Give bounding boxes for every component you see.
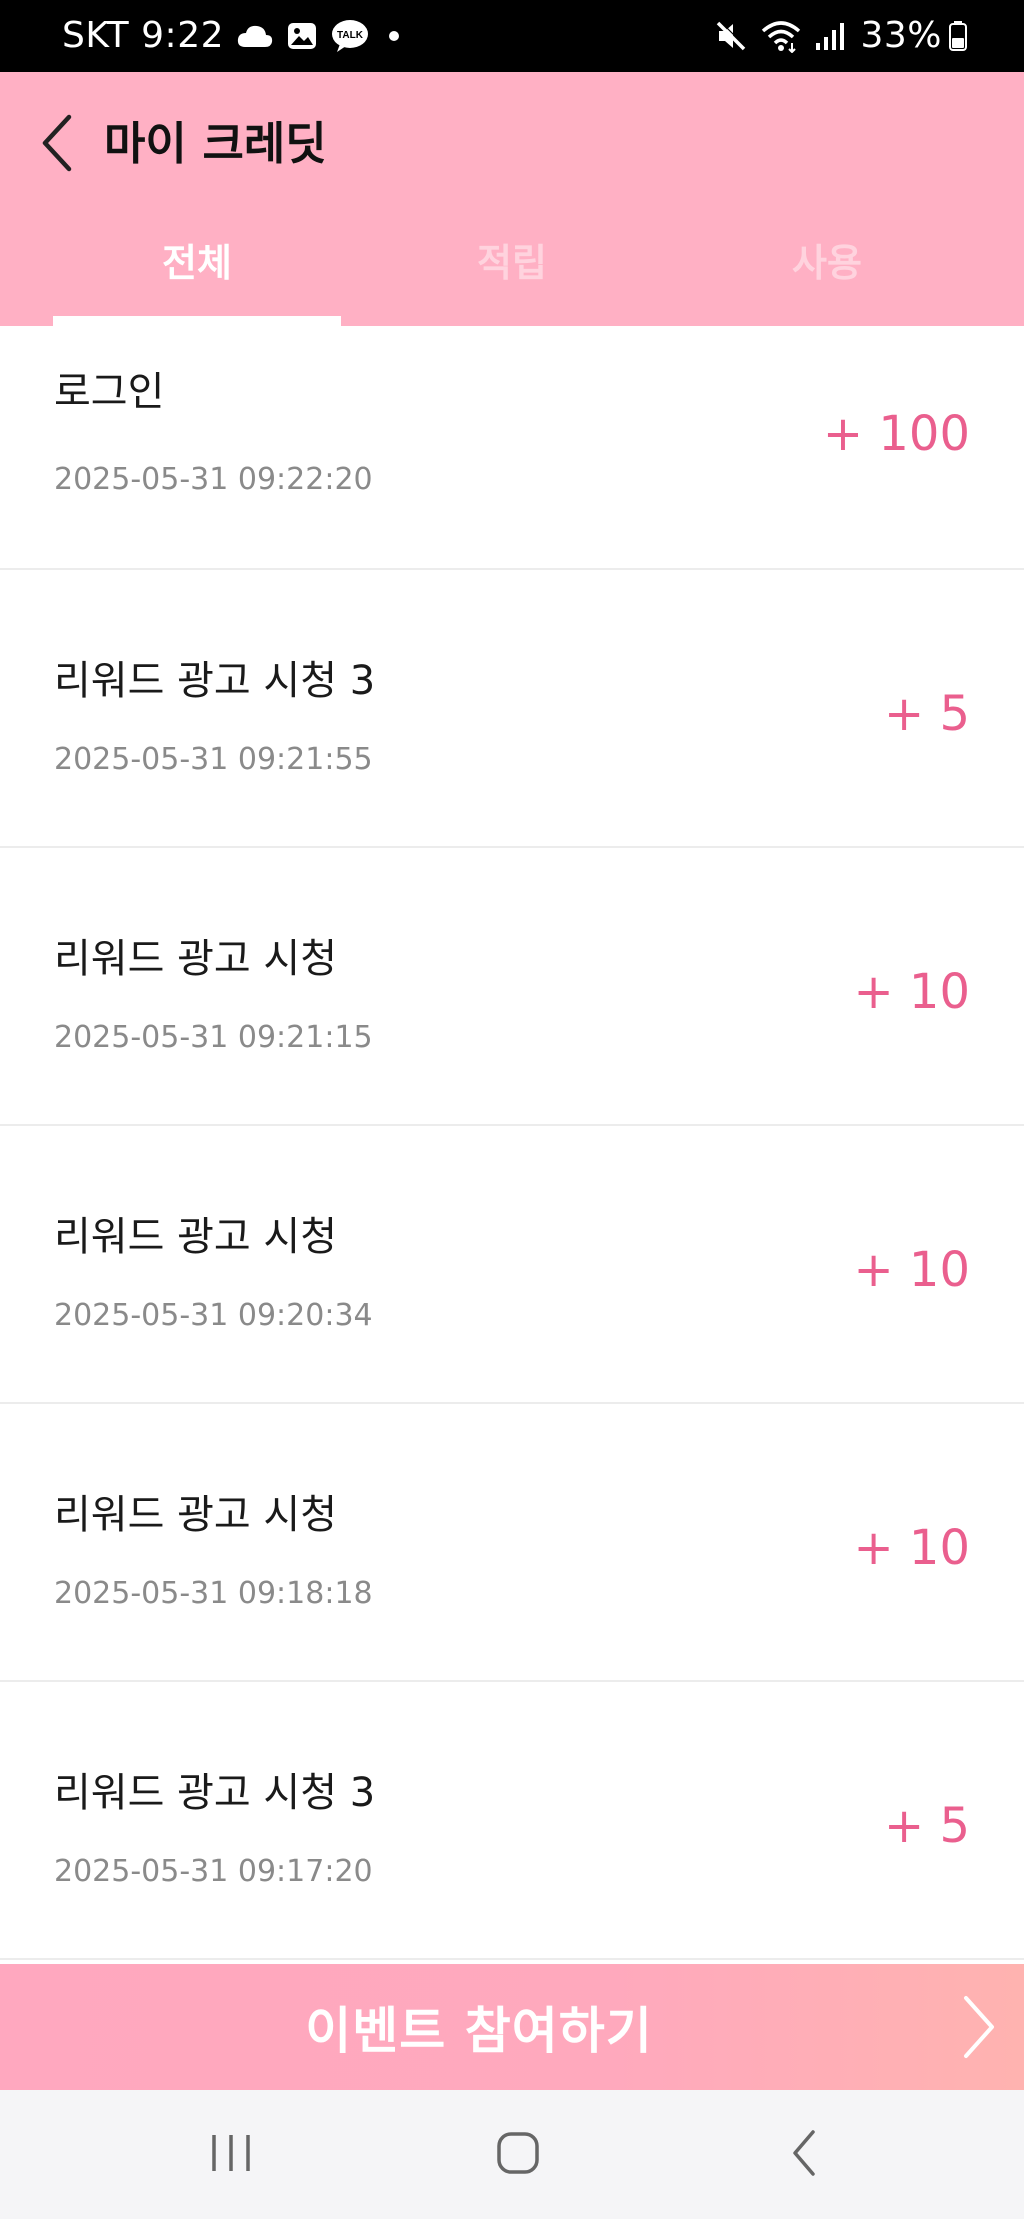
recent-apps-button[interactable] [191, 2120, 271, 2186]
event-participate-button[interactable]: 이벤트 참여하기 [0, 1964, 1024, 2090]
item-title: 리워드 광고 시청 [54, 1492, 338, 1538]
system-nav-bar [0, 2090, 1024, 2219]
active-tab-indicator [53, 316, 341, 326]
item-date: 2025-05-31 09:21:15 [54, 1020, 373, 1055]
list-item: 리워드 광고 시청 3 2025-05-31 09:17:20 + 5 [0, 1682, 1024, 1960]
tab-earned[interactable]: 적립 [368, 232, 656, 326]
item-title: 리워드 광고 시청 [54, 1214, 338, 1260]
recent-apps-icon [212, 2135, 250, 2171]
item-date: 2025-05-31 09:21:55 [54, 742, 373, 777]
mute-icon [714, 19, 748, 53]
gallery-icon [286, 20, 318, 52]
list-item: 리워드 광고 시청 2025-05-31 09:20:34 + 10 [0, 1126, 1024, 1404]
list-item: 리워드 광고 시청 2025-05-31 09:18:18 + 10 [0, 1404, 1024, 1682]
chevron-left-icon [42, 114, 72, 172]
item-date: 2025-05-31 09:22:20 [54, 462, 373, 497]
app-header: 마이 크레딧 전체 적립 사용 [0, 72, 1024, 326]
clock: 9:22 [141, 15, 224, 56]
dot-icon [388, 30, 400, 42]
item-title: 로그인 [54, 369, 165, 415]
tab-used[interactable]: 사용 [683, 232, 971, 326]
event-participate-label: 이벤트 참여하기 [305, 2002, 653, 2060]
home-icon [497, 2132, 539, 2174]
item-amount: + 10 [853, 1242, 970, 1298]
battery-icon [948, 20, 968, 52]
back-icon [793, 2130, 815, 2176]
credit-history-list: 로그인 2025-05-31 09:22:20 + 100 리워드 광고 시청 … [0, 326, 1024, 1960]
item-date: 2025-05-31 09:18:18 [54, 1576, 373, 1611]
item-amount: + 5 [883, 1798, 970, 1854]
item-amount: + 10 [853, 964, 970, 1020]
kakaotalk-icon: TALK [330, 18, 370, 54]
status-bar: SKT 9:22 TALK 33% [0, 0, 1024, 72]
back-button[interactable] [32, 106, 82, 180]
wifi-icon [760, 19, 802, 53]
status-bar-right: 33% [714, 0, 968, 72]
list-item: 리워드 광고 시청 3 2025-05-31 09:21:55 + 5 [0, 570, 1024, 848]
cloud-icon [236, 23, 274, 49]
carrier-label: SKT [62, 15, 130, 56]
system-back-button[interactable] [765, 2120, 845, 2186]
item-title: 리워드 광고 시청 3 [54, 658, 376, 704]
home-button[interactable] [478, 2120, 558, 2186]
item-date: 2025-05-31 09:17:20 [54, 1854, 373, 1889]
item-amount: + 5 [883, 686, 970, 742]
list-item: 로그인 2025-05-31 09:22:20 + 100 [0, 326, 1024, 570]
status-bar-left: SKT 9:22 TALK [62, 0, 400, 72]
tab-all[interactable]: 전체 [53, 232, 341, 326]
chevron-right-icon [964, 1996, 994, 2058]
kakaotalk-badge-text: TALK [337, 30, 364, 41]
item-date: 2025-05-31 09:20:34 [54, 1298, 373, 1333]
item-amount: + 10 [853, 1520, 970, 1576]
page-title: 마이 크레딧 [104, 117, 327, 170]
signal-icon [814, 21, 846, 51]
item-title: 리워드 광고 시청 3 [54, 1770, 376, 1816]
item-amount: + 100 [822, 406, 970, 462]
battery-percent: 33% [860, 15, 942, 56]
item-title: 리워드 광고 시청 [54, 936, 338, 982]
list-item: 리워드 광고 시청 2025-05-31 09:21:15 + 10 [0, 848, 1024, 1126]
tab-bar: 전체 적립 사용 [0, 232, 1024, 326]
